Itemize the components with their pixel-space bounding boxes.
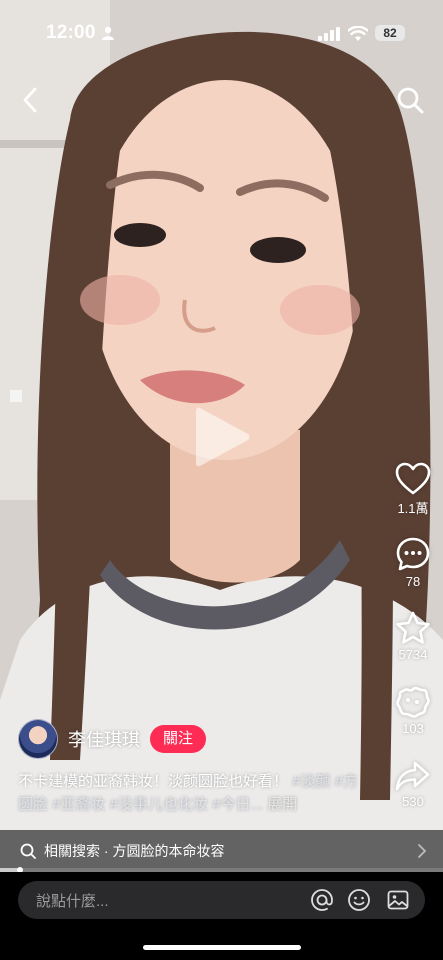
- search-icon: [397, 87, 424, 114]
- emoji-icon[interactable]: [347, 888, 371, 912]
- battery-indicator: 82: [375, 25, 405, 41]
- caption-text: 不卡建模的亚裔韩妆！淡颜圆脸也好看！: [18, 773, 289, 790]
- sparkle-burst-icon: [396, 686, 430, 718]
- share-count: 530: [402, 794, 424, 809]
- heart-icon: [395, 462, 431, 495]
- video-caption: 不卡建模的亚裔韩妆！淡颜圆脸也好看！ #淡颜 #方圆脸 #亚裔妆 #没事儿也化妆…: [18, 770, 363, 816]
- related-search-label: 相關搜索 · 方圆脸的本命妆容: [44, 843, 225, 859]
- bottom-bar: 說點什麼...: [0, 872, 443, 960]
- expand-link[interactable]: 展開: [267, 796, 297, 813]
- chevron-left-icon: [23, 87, 37, 113]
- status-time: 12:00: [46, 22, 96, 43]
- share-action[interactable]: 530: [388, 760, 438, 809]
- status-bar: 12:00 82: [0, 0, 443, 64]
- image-icon[interactable]: [386, 888, 410, 912]
- gift-count: 103: [402, 721, 424, 736]
- mention-icon[interactable]: [310, 888, 334, 912]
- comment-action[interactable]: 78: [388, 536, 438, 589]
- share-icon: [395, 761, 430, 791]
- search-button[interactable]: [392, 82, 428, 118]
- related-search-bar[interactable]: 相關搜索 · 方圆脸的本命妆容: [0, 830, 443, 872]
- hashtag[interactable]: #没事儿也化妆: [110, 796, 208, 813]
- home-indicator[interactable]: [143, 945, 301, 950]
- search-icon: [20, 843, 36, 859]
- comment-icon: [396, 537, 430, 571]
- avatar[interactable]: [18, 719, 58, 759]
- hashtag[interactable]: #今日...: [212, 796, 263, 813]
- person-icon: [102, 26, 114, 40]
- comment-count: 78: [405, 574, 421, 589]
- author-row: 李佳琪琪 關注: [18, 718, 207, 760]
- like-action[interactable]: 1.1萬: [388, 462, 438, 517]
- hashtag[interactable]: #淡颜: [292, 773, 330, 790]
- favorite-action[interactable]: 5734: [388, 611, 438, 662]
- hashtag[interactable]: #亚裔妆: [52, 796, 105, 813]
- chevron-right-icon: [418, 844, 427, 858]
- gift-action[interactable]: 103: [388, 685, 438, 736]
- play-icon[interactable]: [192, 404, 252, 470]
- signal-icon: [318, 27, 340, 41]
- like-count: 1.1萬: [397, 501, 429, 516]
- comment-input[interactable]: 說點什麼...: [18, 881, 425, 919]
- star-icon: [396, 611, 430, 644]
- comment-placeholder: 說點什麼...: [36, 892, 109, 910]
- favorite-count: 5734: [398, 647, 428, 662]
- wifi-icon: [348, 26, 368, 41]
- author-name[interactable]: 李佳琪琪: [68, 726, 140, 752]
- follow-button[interactable]: 關注: [150, 725, 207, 753]
- back-button[interactable]: [12, 82, 48, 118]
